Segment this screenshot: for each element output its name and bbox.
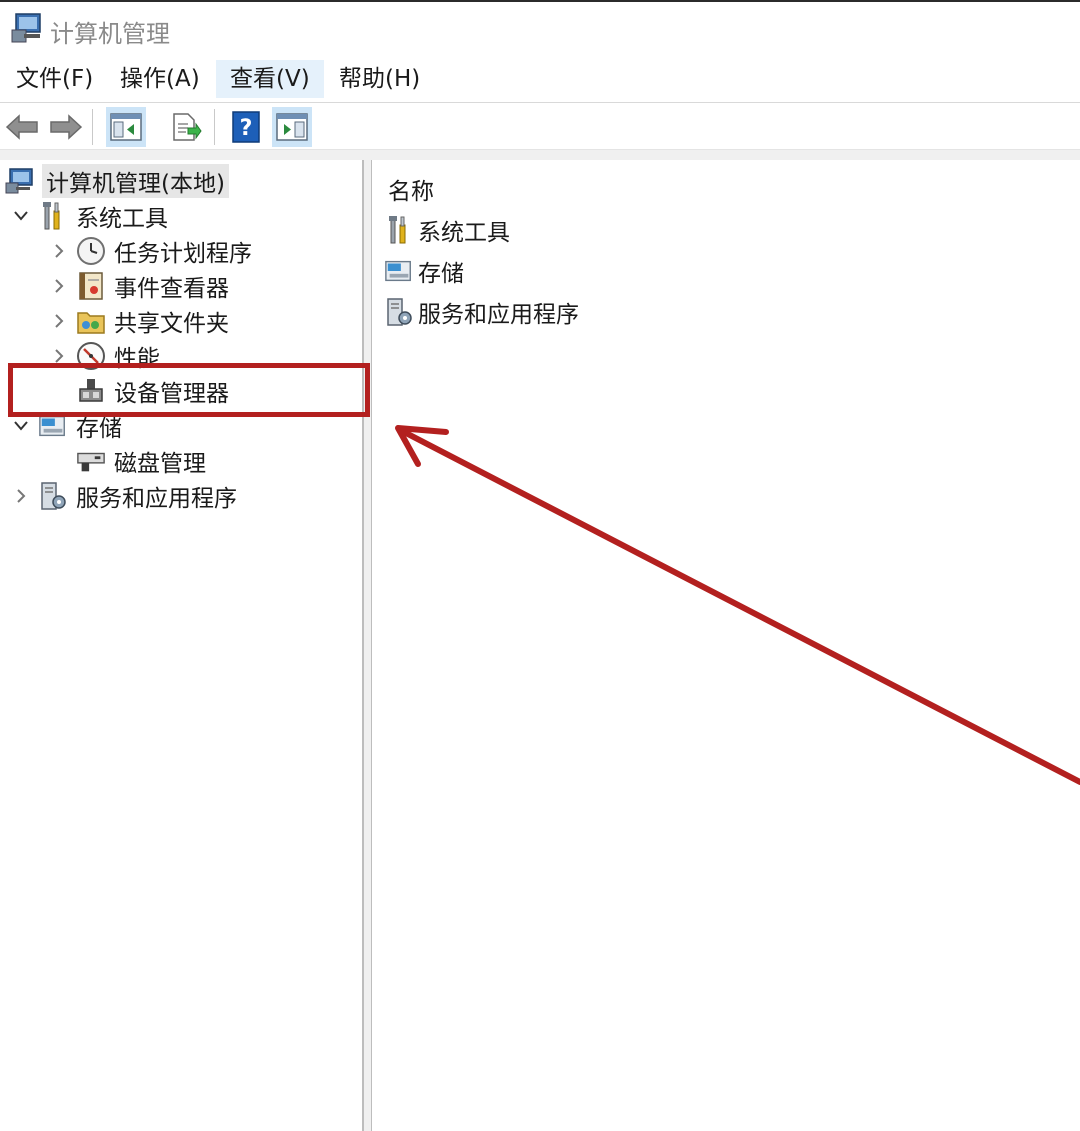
list-item-services-and-applications[interactable]: 服务和应用程序 <box>384 295 579 329</box>
storage-icon <box>38 411 68 441</box>
svg-text:?: ? <box>240 116 253 141</box>
device-manager-icon <box>76 376 106 406</box>
tree-item-disk-management[interactable]: 磁盘管理 <box>48 444 206 478</box>
forward-button[interactable] <box>46 107 86 147</box>
list-item-label: 存储 <box>418 261 464 287</box>
services-icon <box>38 481 68 511</box>
chevron-right-icon[interactable] <box>48 304 70 338</box>
tree-item-performance[interactable]: 性能 <box>48 339 160 373</box>
forward-arrow-icon <box>50 114 83 140</box>
export-list-icon <box>173 113 202 141</box>
menu-bar: 文件(F) 操作(A) 查看(V) 帮助(H) <box>0 56 1080 102</box>
tree-item-computer-management-local[interactable]: 计算机管理(本地) <box>4 164 229 198</box>
help-button[interactable]: ? <box>226 107 266 147</box>
tree-item-task-scheduler[interactable]: 任务计划程序 <box>48 234 252 268</box>
tree-item-system-tools[interactable]: 系统工具 <box>10 199 168 233</box>
tree-item-device-manager[interactable]: 设备管理器 <box>48 374 229 408</box>
window-title: 计算机管理 <box>50 20 170 48</box>
tree-item-label: 设备管理器 <box>114 381 229 407</box>
services-icon <box>384 297 414 327</box>
show-hide-action-pane-button[interactable] <box>272 107 312 147</box>
back-button[interactable] <box>2 107 42 147</box>
tree-item-event-viewer[interactable]: 事件查看器 <box>48 269 229 303</box>
show-hide-action-pane-icon <box>276 113 308 141</box>
list-item-storage[interactable]: 存储 <box>384 254 464 288</box>
event-log-icon <box>76 271 106 301</box>
help-icon: ? <box>232 111 260 143</box>
pane-splitter[interactable] <box>364 160 372 1131</box>
console-tree: 计算机管理(本地) 系统工具 任务计划程序 事件查看器 共享文件夹 性能 设备管… <box>0 160 364 1131</box>
tools-icon <box>384 215 414 245</box>
back-arrow-icon <box>5 114 38 140</box>
list-item-label: 服务和应用程序 <box>418 302 579 328</box>
column-header-name[interactable]: 名称 <box>388 172 434 206</box>
tree-item-label: 系统工具 <box>76 206 168 232</box>
menu-view[interactable]: 查看(V) <box>216 60 324 98</box>
tree-item-label: 性能 <box>114 346 160 372</box>
tree-item-label: 事件查看器 <box>114 276 229 302</box>
toolbar-separator <box>214 109 215 145</box>
tools-icon <box>38 201 68 231</box>
menu-action[interactable]: 操作(A) <box>106 60 214 98</box>
toolbar-separator <box>92 109 93 145</box>
menu-help[interactable]: 帮助(H) <box>325 60 434 98</box>
show-hide-console-tree-button[interactable] <box>106 107 146 147</box>
chevron-right-icon[interactable] <box>48 234 70 268</box>
clock-icon <box>76 236 106 266</box>
tree-item-label: 服务和应用程序 <box>76 486 237 512</box>
toolbar: ? <box>0 102 1080 150</box>
list-item-system-tools[interactable]: 系统工具 <box>384 213 510 247</box>
chevron-right-icon[interactable] <box>48 339 70 373</box>
tree-item-storage[interactable]: 存储 <box>10 409 122 443</box>
computer-management-icon <box>10 12 44 44</box>
chevron-right-icon[interactable] <box>48 269 70 303</box>
pane-gutter <box>0 150 1080 160</box>
chevron-down-icon[interactable] <box>10 409 32 443</box>
chevron-right-icon[interactable] <box>10 479 32 513</box>
tree-item-label: 计算机管理(本地) <box>42 164 229 198</box>
tree-item-label: 存储 <box>76 416 122 442</box>
storage-icon <box>384 256 414 286</box>
tree-item-label: 共享文件夹 <box>114 311 229 337</box>
title-bar: 计算机管理 <box>0 0 1080 56</box>
chevron-down-icon[interactable] <box>10 199 32 233</box>
computer-management-icon <box>4 166 34 196</box>
tree-item-label: 磁盘管理 <box>114 451 206 477</box>
details-pane: 名称 系统工具 存储 服务和应用程序 <box>372 160 1080 1131</box>
shared-folder-icon <box>76 306 106 336</box>
tree-item-services-and-applications[interactable]: 服务和应用程序 <box>10 479 237 513</box>
list-item-label: 系统工具 <box>418 220 510 246</box>
performance-gauge-icon <box>76 341 106 371</box>
menu-file[interactable]: 文件(F) <box>2 60 107 98</box>
show-hide-console-tree-icon <box>110 113 142 141</box>
export-list-button[interactable] <box>166 107 206 147</box>
tree-item-label: 任务计划程序 <box>114 241 252 267</box>
disk-icon <box>76 446 106 476</box>
tree-item-shared-folders[interactable]: 共享文件夹 <box>48 304 229 338</box>
